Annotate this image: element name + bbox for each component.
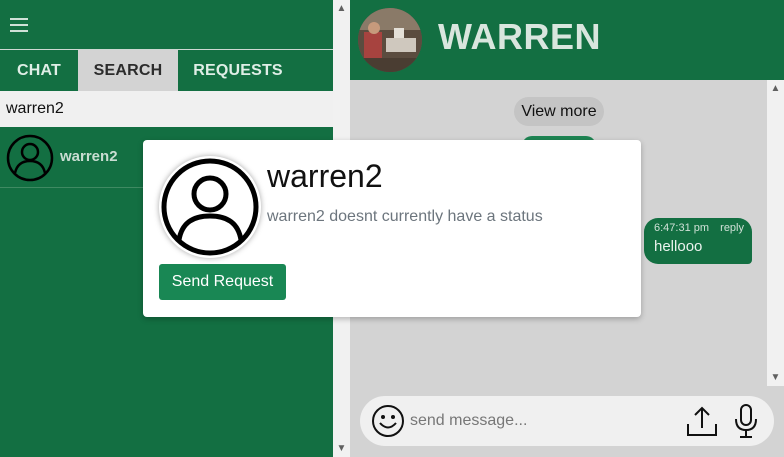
contact-name: WARREN — [438, 16, 601, 57]
message-input[interactable] — [410, 408, 670, 434]
chat-header: WARREN — [350, 0, 784, 80]
messages-scrollbar[interactable]: ▲ ▼ — [767, 80, 784, 386]
user-avatar-icon — [161, 158, 259, 256]
sidebar-topbar — [0, 0, 333, 50]
message-bubble: 6:47:31 pm reply hellooo — [644, 218, 752, 264]
message-time: 6:47:31 pm — [654, 222, 710, 234]
microphone-icon[interactable] — [734, 403, 758, 439]
composer-pill — [360, 396, 774, 446]
tab-chat[interactable]: CHAT — [0, 50, 78, 91]
reply-link[interactable]: reply — [720, 222, 744, 234]
search-input[interactable] — [0, 91, 333, 127]
tab-requests[interactable]: REQUESTS — [178, 50, 298, 91]
scroll-up-arrow-icon[interactable]: ▲ — [333, 0, 350, 17]
scroll-down-arrow-icon[interactable]: ▼ — [333, 440, 350, 457]
user-profile-modal: warren2 warren2 doesnt currently have a … — [143, 140, 641, 317]
user-avatar-icon — [6, 134, 54, 182]
modal-username: warren2 — [267, 158, 383, 194]
contact-photo-icon — [358, 8, 422, 72]
modal-avatar — [159, 156, 261, 258]
tab-search[interactable]: SEARCH — [78, 50, 178, 91]
scroll-down-arrow-icon[interactable]: ▼ — [767, 369, 784, 386]
scroll-up-arrow-icon[interactable]: ▲ — [767, 80, 784, 97]
view-more-button[interactable]: View more — [514, 97, 604, 126]
send-request-button[interactable]: Send Request — [159, 264, 286, 300]
modal-status-text: warren2 doesnt currently have a status — [267, 208, 543, 225]
hamburger-menu-icon[interactable] — [10, 18, 28, 32]
upload-icon[interactable] — [685, 404, 719, 438]
message-text: hellooo — [654, 238, 703, 255]
message-composer — [350, 386, 784, 457]
contact-avatar[interactable] — [358, 8, 422, 72]
smiley-icon[interactable] — [371, 404, 405, 438]
sidebar-tabs: CHAT SEARCH REQUESTS — [0, 50, 333, 91]
search-result-name: warren2 — [60, 148, 118, 165]
